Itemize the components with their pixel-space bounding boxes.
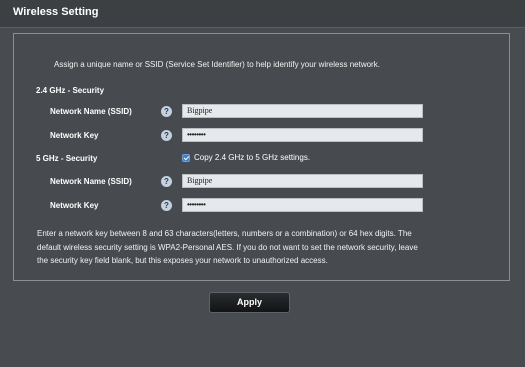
help-icon[interactable]: ? — [161, 176, 172, 187]
ssid-label-24ghz: Network Name (SSID) — [50, 107, 132, 116]
help-icon[interactable]: ? — [161, 130, 172, 141]
copy-settings-checkbox[interactable] — [182, 153, 190, 162]
copy-settings-checkbox-row[interactable]: Copy 2.4 GHz to 5 GHz settings. — [182, 153, 310, 162]
title-bar: Wireless Setting — [0, 0, 525, 28]
help-icon[interactable]: ? — [161, 106, 172, 117]
intro-text: Assign a unique name or SSID (Service Se… — [54, 60, 380, 69]
key-input-5ghz[interactable]: •••••••• — [182, 198, 423, 212]
note-line: default wireless security setting is WPA… — [37, 242, 418, 252]
section-label-24ghz: 2.4 GHz - Security — [36, 86, 105, 95]
key-label-5ghz: Network Key — [50, 201, 99, 210]
key-input-24ghz[interactable]: •••••••• — [182, 128, 423, 142]
help-icon[interactable]: ? — [161, 200, 172, 211]
page-title: Wireless Setting — [13, 6, 99, 18]
apply-button[interactable]: Apply — [209, 292, 290, 313]
ssid-input-24ghz[interactable]: Bigpipe — [182, 104, 423, 118]
copy-settings-label: Copy 2.4 GHz to 5 GHz settings. — [194, 153, 311, 162]
key-value-24ghz: •••••••• — [187, 130, 206, 139]
ssid-input-5ghz[interactable]: Bigpipe — [182, 174, 423, 188]
security-note: Enter a network key between 8 and 63 cha… — [37, 227, 477, 268]
section-label-5ghz: 5 GHz - Security — [36, 154, 98, 163]
key-value-5ghz: •••••••• — [187, 200, 206, 209]
key-label-24ghz: Network Key — [50, 131, 99, 140]
ssid-label-5ghz: Network Name (SSID) — [50, 177, 132, 186]
note-line: the security key field blank, but this e… — [37, 256, 328, 265]
note-line: Enter a network key between 8 and 63 cha… — [37, 229, 412, 238]
